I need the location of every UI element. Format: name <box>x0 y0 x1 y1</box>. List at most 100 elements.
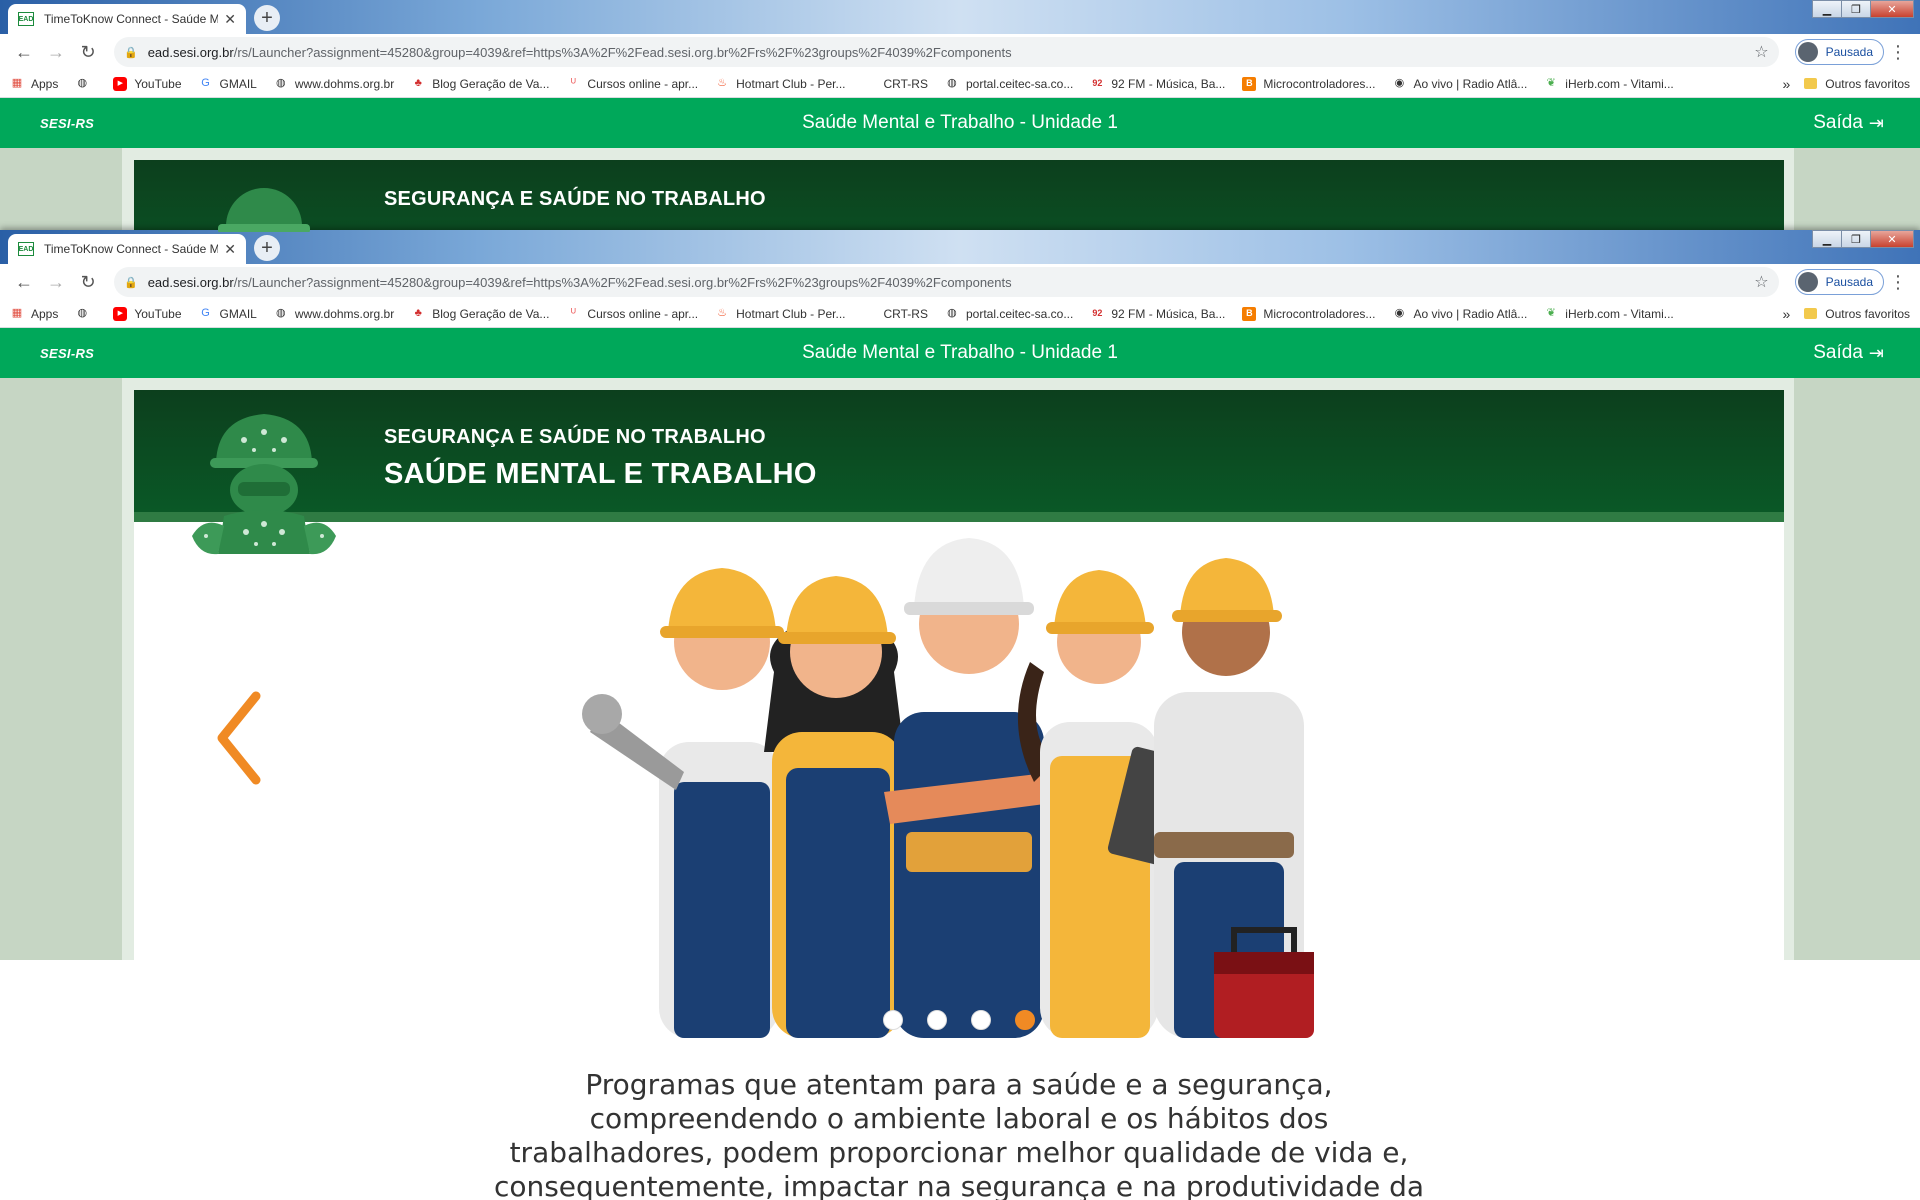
carousel-dot-1[interactable] <box>883 1010 903 1030</box>
url-host: ead.sesi.org.br <box>147 274 234 290</box>
url-text: ead.sesi.org.br/rs/Launcher?assignment=4… <box>148 45 1755 60</box>
more-bookmarks-chevron-icon[interactable]: » <box>1783 306 1791 322</box>
bookmark-item[interactable]: ▦ Apps <box>10 307 59 321</box>
forward-arrow-icon[interactable]: → <box>40 36 72 68</box>
address-bar[interactable]: 🔒 ead.sesi.org.br/rs/Launcher?assignment… <box>114 37 1779 67</box>
bookmark-item[interactable]: 92 92 FM - Música, Ba... <box>1090 77 1225 91</box>
youtube-icon: ▶ <box>113 306 128 321</box>
browser-window: EAD TimeToKnow Connect - Saúde M ✕ + ▁ ❐… <box>0 230 1920 1200</box>
bookmark-item[interactable]: ♨ Hotmart Club - Per... <box>715 307 845 321</box>
bookmark-item[interactable]: ᵁ Cursos online - apr... <box>566 307 698 321</box>
close-window-icon[interactable]: ✕ <box>1870 230 1914 248</box>
back-arrow-icon[interactable]: ← <box>8 36 40 68</box>
minimize-icon[interactable]: ▁ <box>1812 230 1842 248</box>
globe-icon: ◍ <box>77 307 88 319</box>
bookmark-star-icon[interactable]: ☆ <box>1754 42 1768 62</box>
course-header: SEGURANÇA E SAÚDE NO TRABALHO SAÚDE MENT… <box>134 390 1784 555</box>
apps-grid-icon: ▦ <box>11 77 23 89</box>
bookmark-item[interactable]: ▦ Apps <box>10 77 59 91</box>
exit-button[interactable]: Saída ⇥ <box>1813 342 1884 364</box>
bookmark-label: portal.ceitec-sa.co... <box>965 76 1074 91</box>
forward-arrow-icon[interactable]: → <box>40 266 72 298</box>
bookmark-item[interactable]: B Microcontroladores... <box>1242 306 1375 321</box>
bookmark-item[interactable]: G GMAIL <box>199 307 257 321</box>
close-tab-icon[interactable]: ✕ <box>224 241 236 258</box>
bookmark-star-icon[interactable]: ☆ <box>1754 272 1768 292</box>
minimize-icon[interactable]: ▁ <box>1812 0 1842 18</box>
other-favorites-folder[interactable]: Outros favoritos <box>1804 307 1910 321</box>
browser-toolbar: ← → ↻ 🔒 ead.sesi.org.br/rs/Launcher?assi… <box>0 264 1920 300</box>
bookmark-item[interactable]: ᵁ Cursos online - apr... <box>566 77 698 91</box>
back-arrow-icon[interactable]: ← <box>8 266 40 298</box>
globe-icon: ◍ <box>947 77 957 89</box>
bookmark-item[interactable]: CRT-RS <box>863 77 928 91</box>
page-panel: SEGURANÇA E SAÚDE NO TRABALHO SAÚDE MENT… <box>122 378 1794 1200</box>
club-icon: ♣ <box>414 77 422 89</box>
worker-figure <box>1154 558 1314 1038</box>
menu-kebab-icon[interactable]: ⋮ <box>1884 42 1912 63</box>
bookmark-item[interactable]: CRT-RS <box>863 307 928 321</box>
blank-icon <box>863 77 877 91</box>
bookmark-item[interactable]: ◍ <box>75 77 96 91</box>
maximize-icon[interactable]: ❐ <box>1841 230 1871 248</box>
new-tab-button[interactable]: + <box>254 235 280 261</box>
bookmark-item[interactable]: ❦ iHerb.com - Vitami... <box>1544 77 1674 91</box>
globe-icon: ◍ <box>276 77 286 89</box>
close-tab-icon[interactable]: ✕ <box>224 11 236 28</box>
bookmark-item[interactable]: ♨ Hotmart Club - Per... <box>715 77 845 91</box>
menu-kebab-icon[interactable]: ⋮ <box>1884 272 1912 293</box>
bookmark-item[interactable]: ◍ portal.ceitec-sa.co... <box>945 307 1073 321</box>
bookmark-item[interactable]: ◉ Ao vivo | Radio Atlâ... <box>1392 307 1528 321</box>
bookmark-item[interactable]: ◍ portal.ceitec-sa.co... <box>945 77 1073 91</box>
other-favorites-label: Outros favoritos <box>1825 306 1910 321</box>
bookmark-label: 92 FM - Música, Ba... <box>1111 306 1226 321</box>
bookmark-item[interactable]: ♣ Blog Geração de Va... <box>411 307 550 321</box>
reload-icon[interactable]: ↻ <box>72 36 104 68</box>
bookmark-item[interactable]: G GMAIL <box>199 77 257 91</box>
bookmark-label: www.dohms.org.br <box>294 306 395 321</box>
url-path: /rs/Launcher?assignment=45280&group=4039… <box>233 274 1012 290</box>
bookmark-item[interactable]: ◉ Ao vivo | Radio Atlâ... <box>1392 77 1528 91</box>
app-title: Saúde Mental e Trabalho - Unidade 1 <box>802 342 1118 363</box>
udemy-icon: ᵁ <box>571 307 576 319</box>
bookmark-label: portal.ceitec-sa.co... <box>965 306 1074 321</box>
ead-favicon-icon: EAD <box>18 12 34 26</box>
bookmark-label: Microcontroladores... <box>1263 76 1376 91</box>
other-favorites-folder[interactable]: Outros favoritos <box>1804 77 1910 91</box>
sesi-logo: SESI-RS <box>40 345 95 361</box>
close-window-icon[interactable]: ✕ <box>1870 0 1914 18</box>
bookmark-item[interactable]: ♣ Blog Geração de Va... <box>411 77 550 91</box>
carousel-dot-2[interactable] <box>927 1010 947 1030</box>
profile-button[interactable]: Pausada <box>1794 269 1884 295</box>
browser-tab[interactable]: EAD TimeToKnow Connect - Saúde M ✕ <box>8 4 246 34</box>
address-bar[interactable]: 🔒 ead.sesi.org.br/rs/Launcher?assignment… <box>114 267 1779 297</box>
bookmark-item[interactable]: ▶ YouTube <box>113 76 182 91</box>
avatar <box>1797 272 1818 292</box>
maximize-icon[interactable]: ❐ <box>1841 0 1871 18</box>
bookmark-item[interactable]: ❦ iHerb.com - Vitami... <box>1544 307 1674 321</box>
carousel-dot-4[interactable] <box>1015 1010 1035 1030</box>
exit-button[interactable]: Saída ⇥ <box>1813 112 1884 134</box>
bookmark-label: Hotmart Club - Per... <box>736 306 846 321</box>
bookmark-item[interactable]: ◍ <box>75 307 96 321</box>
new-tab-button[interactable]: + <box>254 5 280 31</box>
bookmark-item[interactable]: ◍ www.dohms.org.br <box>274 307 394 321</box>
carousel-dot-3[interactable] <box>971 1010 991 1030</box>
browser-tab[interactable]: EAD TimeToKnow Connect - Saúde M ✕ <box>8 234 246 264</box>
bookmark-item[interactable]: ▶ YouTube <box>113 306 182 321</box>
worker-mascot-icon <box>192 414 336 555</box>
blogger-icon: B <box>1242 306 1257 321</box>
bookmark-item[interactable]: ◍ www.dohms.org.br <box>274 77 394 91</box>
header-accent-band <box>134 512 1784 522</box>
bookmark-item[interactable]: 92 92 FM - Música, Ba... <box>1090 307 1225 321</box>
globe-icon: ◍ <box>947 307 957 319</box>
profile-button[interactable]: Pausada <box>1794 39 1884 65</box>
previous-slide-arrow-icon[interactable] <box>212 688 272 788</box>
blank-icon <box>863 307 877 321</box>
bookmark-item[interactable]: B Microcontroladores... <box>1242 76 1376 91</box>
reload-icon[interactable]: ↻ <box>72 266 104 298</box>
lock-icon[interactable]: 🔒 <box>124 276 138 289</box>
bookmark-label: CRT-RS <box>883 306 928 321</box>
more-bookmarks-chevron-icon[interactable]: » <box>1783 76 1791 92</box>
lock-icon[interactable]: 🔒 <box>124 46 138 59</box>
